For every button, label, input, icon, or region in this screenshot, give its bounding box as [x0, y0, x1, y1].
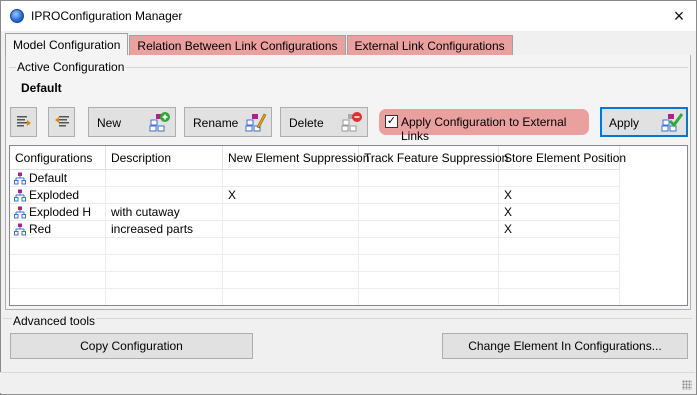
column-header-description[interactable]: Description [106, 146, 223, 170]
table-row[interactable]: Exploded X X [10, 187, 620, 204]
cell-track-feature-suppression [359, 289, 499, 305]
cell-new-element-suppression [223, 289, 359, 305]
cell-description [106, 272, 223, 289]
cell-configuration: Default [10, 170, 106, 187]
cell-store-element-position: X [499, 204, 620, 221]
close-button[interactable]: × [662, 1, 696, 31]
import-config-button[interactable] [48, 107, 75, 137]
cell-description: increased parts [106, 221, 223, 238]
apply-button[interactable]: Apply [600, 107, 688, 137]
cell-track-feature-suppression [359, 187, 499, 204]
config-edit-icon [245, 113, 267, 132]
apply-to-external-links-toggle[interactable]: ✓ Apply Configuration to External Links [379, 109, 589, 143]
tab-model-configuration[interactable]: Model Configuration [5, 33, 129, 56]
cell-configuration: Exploded [10, 187, 106, 204]
cell-track-feature-suppression [359, 272, 499, 289]
cell-track-feature-suppression [359, 221, 499, 238]
cell-new-element-suppression [223, 170, 359, 187]
active-configuration-label: Active Configuration [16, 60, 126, 74]
column-header-configurations[interactable]: Configurations [10, 146, 106, 170]
table-row[interactable]: Red increased parts X [10, 221, 620, 238]
advanced-tools-label: Advanced tools [12, 314, 97, 328]
table-row [10, 289, 620, 305]
rename-button[interactable]: Rename [184, 107, 272, 137]
cell-track-feature-suppression [359, 238, 499, 255]
cell-description: with cutaway [106, 204, 223, 221]
configurations-grid: Configurations Description New Element S… [9, 145, 688, 306]
cell-description [106, 255, 223, 272]
cell-store-element-position: X [499, 187, 620, 204]
new-button-label: New [97, 116, 122, 130]
configuration-tree-icon [14, 206, 26, 219]
change-element-in-configurations-button[interactable]: Change Element In Configurations... [442, 333, 688, 359]
cell-configuration [10, 238, 106, 255]
title-bar: IPROConfiguration Manager × [1, 1, 696, 31]
cell-new-element-suppression [223, 272, 359, 289]
cell-new-element-suppression [223, 204, 359, 221]
tab-relation-between-link-configurations[interactable]: Relation Between Link Configurations [129, 35, 346, 56]
config-check-icon [661, 113, 683, 132]
column-header-track-feature-suppression[interactable]: Track Feature Suppression [359, 146, 508, 170]
config-delete-icon [341, 112, 362, 132]
configuration-name: Exploded H [29, 205, 92, 219]
cell-new-element-suppression: X [223, 187, 359, 204]
export-icon [16, 116, 31, 127]
configuration-name: Exploded [29, 188, 80, 202]
configuration-tree-icon [14, 223, 26, 236]
app-globe-icon [10, 9, 24, 23]
delete-button-label: Delete [289, 116, 324, 130]
table-row[interactable]: Exploded H with cutaway X [10, 204, 620, 221]
active-configuration-name: Default [21, 81, 62, 95]
configuration-tree-icon [14, 189, 26, 202]
table-row [10, 255, 620, 272]
advanced-tools-separator [3, 318, 692, 319]
cell-store-element-position: X [499, 221, 620, 238]
delete-button[interactable]: Delete [280, 107, 368, 137]
cell-description [106, 170, 223, 187]
column-header-new-element-suppression[interactable]: New Element Suppression [223, 146, 369, 170]
configuration-tree-icon [14, 172, 26, 185]
apply-button-label: Apply [609, 116, 640, 130]
apply-to-external-links-checkbox[interactable]: ✓ [385, 115, 398, 128]
apply-to-external-links-label: Apply Configuration to External Links [401, 115, 567, 143]
configuration-name: Red [29, 222, 52, 236]
cell-new-element-suppression [223, 221, 359, 238]
export-config-button[interactable] [10, 107, 37, 137]
tab-strip: Model Configuration Relation Between Lin… [5, 33, 514, 56]
config-add-icon [149, 112, 170, 132]
resize-grip-icon[interactable] [682, 380, 692, 390]
cell-store-element-position [499, 272, 620, 289]
copy-configuration-button[interactable]: Copy Configuration [10, 333, 253, 359]
column-header-store-element-position[interactable]: Store Element Position [499, 146, 626, 170]
cell-configuration [10, 289, 106, 305]
rename-button-label: Rename [193, 116, 239, 130]
cell-new-element-suppression [223, 238, 359, 255]
table-row [10, 238, 620, 255]
window-title: IPROConfiguration Manager [31, 9, 183, 23]
tab-external-link-configurations[interactable]: External Link Configurations [346, 35, 513, 56]
cell-configuration [10, 255, 106, 272]
cell-configuration [10, 272, 106, 289]
cell-store-element-position [499, 238, 620, 255]
new-button[interactable]: New [88, 107, 176, 137]
cell-store-element-position [499, 255, 620, 272]
table-row[interactable]: Default [10, 170, 620, 187]
table-row [10, 272, 620, 289]
cell-track-feature-suppression [359, 170, 499, 187]
cell-store-element-position [499, 289, 620, 305]
cell-track-feature-suppression [359, 204, 499, 221]
cell-configuration: Red [10, 221, 106, 238]
status-bar [0, 372, 695, 393]
cell-description [106, 187, 223, 204]
cell-track-feature-suppression [359, 255, 499, 272]
cell-store-element-position [499, 170, 620, 187]
cell-new-element-suppression [223, 255, 359, 272]
cell-description [106, 289, 223, 305]
configuration-name: Default [29, 171, 68, 185]
cell-configuration: Exploded H [10, 204, 106, 221]
cell-description [106, 238, 223, 255]
import-icon [54, 116, 69, 127]
